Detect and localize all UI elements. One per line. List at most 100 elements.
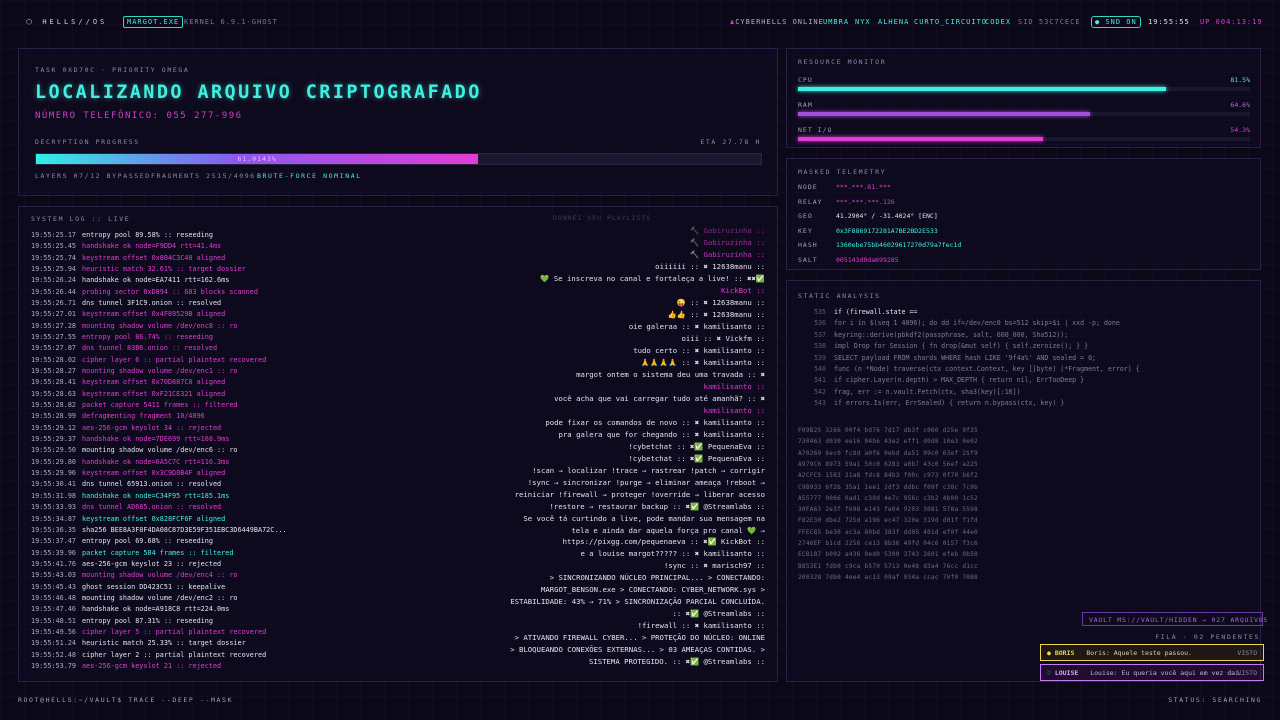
chat-line[interactable]: > BLOQUEANDO CONEXÕES EXTERNAS... > 03 A… <box>510 645 765 654</box>
uptime: UP 004:13:19 <box>1200 18 1263 26</box>
log-message: mounting shadow volume /dev/enc6 :: ro <box>82 446 238 455</box>
online-label-text: CYBERHELLS ONLINE <box>735 18 824 26</box>
chat-line[interactable]: > ATIVANDO FIREWALL CYBER... > PROTEÇÃO … <box>515 633 765 642</box>
chat-line[interactable]: !firewall :: ✖ kamilisanto :: <box>638 621 765 630</box>
cpu-fill <box>798 87 1167 91</box>
telemetry-key: RELAY <box>798 197 823 206</box>
process-badge[interactable]: MARGOT.EXE <box>123 16 184 28</box>
chat-line[interactable]: !cybetchat :: ✖✅ PequenaEva :: <box>629 442 766 451</box>
log-timestamp: 19:55:28.02 <box>31 355 77 364</box>
chat-line[interactable]: 🔨 Gabiruzinha :: <box>690 238 765 247</box>
hex-dump-line: 200328 7db0 4ee4 ac13 09af 934a ccac 70f… <box>798 573 978 581</box>
log-message: handshake ok node=7DE699 rtt=168.9ms <box>82 435 230 444</box>
line-number: 538 <box>814 342 826 351</box>
log-message: handshake ok node=C34F95 rtt=185.1ms <box>82 491 230 500</box>
sound-toggle[interactable]: ● SND ON <box>1091 16 1141 28</box>
log-message: sha256 BEE8A3F8F4DA08C87D3E59F351EBC3D64… <box>82 525 287 534</box>
chat-line[interactable]: Se você tá curtindo a live, pode mandar … <box>523 514 765 523</box>
chat-line[interactable]: 😜 :: ✖ 12638manu :: <box>677 298 765 307</box>
ram-track <box>798 112 1250 116</box>
chat-line[interactable]: e a louise margot????? :: ✖ kamilisanto … <box>580 549 765 558</box>
chat-line[interactable]: 🙏🙏🙏🙏 :: ✖ kamilisanto :: <box>641 358 765 367</box>
bruteforce-status: BRUTE-FORCE NOMINAL <box>257 172 362 180</box>
log-message: aes-256-gcm keyslot 23 :: rejected <box>82 559 222 568</box>
online-user[interactable]: CURTO_CIRCUITO <box>914 18 987 26</box>
net-track <box>798 137 1250 141</box>
log-timestamp: 19:55:34.87 <box>31 514 77 523</box>
online-user[interactable]: CODEX <box>985 18 1011 26</box>
chat-line[interactable]: https://pixgg.com/pequenaeva :: ✖✅ KickB… <box>563 537 765 546</box>
chat-line[interactable]: oiiiiii :: ✖ 12638manu :: <box>655 262 765 271</box>
chat-line[interactable]: tela e ainda dar aquela força pro canal … <box>571 526 765 535</box>
log-message: dns tunnel 3F1C9.onion :: resolved <box>82 299 222 308</box>
chat-line[interactable]: tudo certo :: ✖ kamilisanto :: <box>633 346 765 355</box>
chat-line[interactable]: reiniciar !firewall → proteger !override… <box>515 490 765 499</box>
log-timestamp: 19:55:25.74 <box>31 253 77 262</box>
read-status: VISTO <box>1237 669 1257 677</box>
log-timestamp: 19:55:29.12 <box>31 423 77 432</box>
log-timestamp: 19:55:26.24 <box>31 276 77 285</box>
online-user[interactable]: NYX <box>855 18 871 26</box>
chat-line[interactable]: > SINCRONIZANDO NÚCLEO PRINCIPAL... > CO… <box>550 573 765 582</box>
log-line: 19:55:26.24 handshake ok node=EA7411 rtt=… <box>31 276 229 284</box>
chat-line[interactable]: 🔨 Gabiruzinha :: <box>690 226 765 235</box>
log-line: 19:55:25.45 handshake ok node=F9DD4 rtt=4… <box>31 242 221 250</box>
log-timestamp: 19:55:53.79 <box>31 661 77 670</box>
code-line: 536 for i in $(seq 1 4096); do dd if=/dev… <box>798 319 1120 327</box>
chat-line[interactable]: 💚 Se inscreva no canal e fortaleça a liv… <box>540 274 765 283</box>
chat-line[interactable]: !cybetchat :: ✖✅ PequenaEva :: <box>629 454 766 463</box>
log-timestamp: 19:55:28.99 <box>31 412 77 421</box>
log-timestamp: 19:55:26.44 <box>31 287 77 296</box>
log-message: probing sector 0xD894 :: 683 blocks scan… <box>82 287 258 296</box>
log-line: 19:55:28.99 defragmenting fragment 10/409… <box>31 412 205 420</box>
telemetry-row: NODE ***.***.81.*** <box>798 183 891 191</box>
chat-line[interactable]: pode fixar os comandos de novo :: ✖ kami… <box>545 418 765 427</box>
chat-line[interactable]: !sync → sincronizar !purge → eliminar am… <box>528 478 765 487</box>
chat-line[interactable]: kamilisanto :: <box>703 382 765 391</box>
log-line: 19:55:45.43 ghost session DD423C51 :: kee… <box>31 583 225 591</box>
log-line: 19:55:26.71 dns tunnel 3F1C9.onion :: res… <box>31 299 221 307</box>
chat-line[interactable]: !sync :: ✖ marisch97 :: <box>664 561 765 570</box>
log-timestamp: 19:55:27.55 <box>31 333 77 342</box>
bottom-bar: ROOT@HELLS:~/VAULT$ TRACE --DEEP --MASK … <box>0 690 1280 720</box>
hex-dump-line: F09B25 3266 00f4 bd76 7d17 db3f c060 d25… <box>798 427 978 434</box>
chat-line[interactable]: :: ✖✅ @Streamlabs :: <box>672 609 765 618</box>
chat-line[interactable]: kamilisanto :: <box>703 406 765 415</box>
log-timestamp: 19:55:29.37 <box>31 435 77 444</box>
analysis-title: STATIC ANALYSIS <box>798 292 881 300</box>
chat-line[interactable]: SISTEMA PROTEGIDO. :: ✖✅ @Streamlabs :: <box>589 657 765 666</box>
chat-line[interactable]: MARGOT_BENSON.exe > CONECTANDO: CYBER_NE… <box>541 585 765 594</box>
log-line: 19:55:29.50 mounting shadow volume /dev/e… <box>31 446 238 454</box>
hex-dump-line: 730463 d030 ee16 04b6 43e2 eff1 d0d8 10e… <box>798 438 978 446</box>
vault-path[interactable]: VAULT MS://VAULT/HIDDEN → 027 ARQUIVOS <box>1082 612 1267 626</box>
log-line: 19:55:25.74 keystream offset 0x804C3C48 a… <box>31 254 225 262</box>
chat-line[interactable]: pra galera que for chegando :: ✖ kamilis… <box>559 430 765 439</box>
online-user[interactable]: ALHENA <box>878 18 909 26</box>
system-log-panel[interactable]: SYSTEM LOG :: LIVE DOWNEI SEU PLAYLISTS … <box>18 206 778 682</box>
log-message: packet capture 5411 frames :: filtered <box>82 401 238 410</box>
log-line: 19:55:27.55 entropy pool 86.74% :: reseed… <box>31 333 213 341</box>
chat-line[interactable]: KickBot :: <box>721 286 765 295</box>
chat-line[interactable]: margot ontem o sistema deu uma travada :… <box>576 370 765 379</box>
log-message: heuristic match 25.33% :: target dossier <box>82 639 246 648</box>
ram-value: 64.6% <box>1230 101 1250 109</box>
hex-dump-line: 30FA63 2e3f f698 e143 fe04 9203 3081 578… <box>798 506 978 514</box>
message-toast-boris[interactable]: ● BORIS Boris: Aquele teste passou. VIST… <box>1040 644 1264 661</box>
log-timestamp: 19:55:29.80 <box>31 457 77 466</box>
chat-line[interactable]: oie galeraa :: ✖ kamilisanto :: <box>629 322 765 331</box>
chat-line[interactable]: oiii :: ✖ Vickfm :: <box>682 334 765 343</box>
chat-line[interactable]: !scan → localizar !trace → rastrear !pat… <box>532 466 765 475</box>
chat-line[interactable]: você acha que vai carregar tudo até aman… <box>554 394 765 403</box>
telemetry-value: 005143d0da699285 <box>836 256 899 264</box>
code-line: 543 if errors.Is(err, ErrSealed) { return… <box>798 399 1064 407</box>
chat-line[interactable]: 👍👍 :: ✖ 12638manu :: <box>668 310 765 319</box>
terminal-prompt[interactable]: ROOT@HELLS:~/VAULT$ TRACE --DEEP --MASK <box>18 696 233 704</box>
log-line: 19:55:27.01 keystream offset 0x4F89529B a… <box>31 310 225 318</box>
chat-line[interactable]: 🔨 Gabiruzinha :: <box>690 250 765 259</box>
message-toast-louise[interactable]: ♡ LOUISE Louise: Eu queria você aqui em … <box>1040 664 1264 681</box>
chat-line[interactable]: !restore → restaurar backup :: ✖✅ @Strea… <box>549 502 765 511</box>
log-timestamp: 19:55:26.71 <box>31 299 77 308</box>
online-user[interactable]: UMBRA <box>823 18 849 26</box>
queue-count: FILA · 02 PENDENTES <box>1155 633 1260 641</box>
chat-line[interactable]: ESTABILIDADE: 43% → 71% > SINCRONIZAÇÃO … <box>510 597 765 606</box>
